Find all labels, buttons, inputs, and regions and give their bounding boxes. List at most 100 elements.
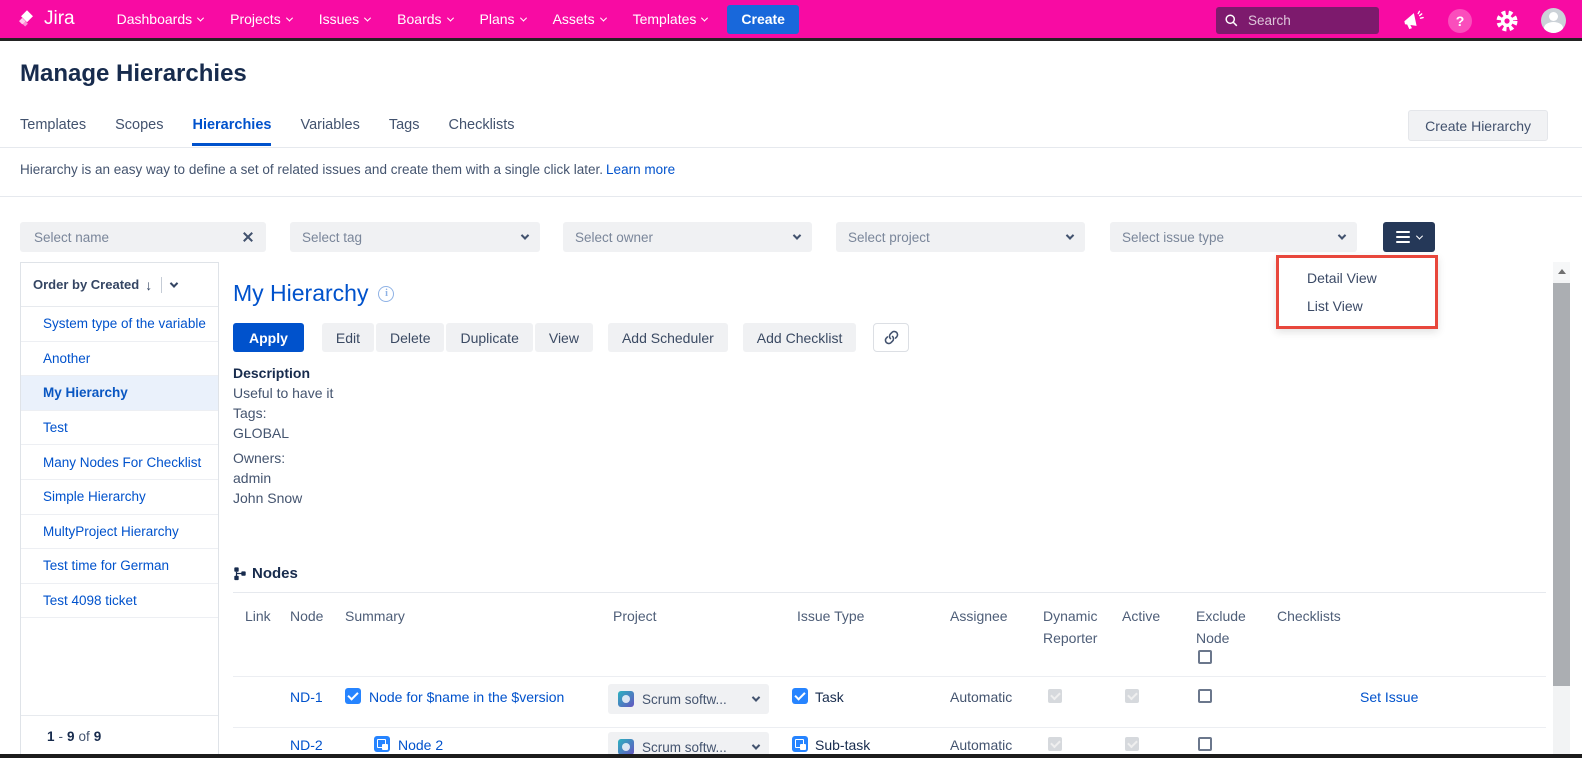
- hierarchy-list-panel: Order by Created ↓ System type of the va…: [20, 262, 219, 758]
- col-header-project: Project: [613, 605, 657, 627]
- node-key-link[interactable]: ND-2: [290, 737, 323, 753]
- view-button[interactable]: View: [535, 323, 593, 352]
- add-checklist-button[interactable]: Add Checklist: [743, 323, 857, 352]
- col-header-checklists: Checklists: [1277, 605, 1341, 627]
- divider: [0, 147, 1582, 148]
- chevron-down-icon: [752, 693, 760, 701]
- learn-more-link[interactable]: Learn more: [606, 162, 675, 177]
- scroll-up-arrow[interactable]: [1553, 262, 1570, 280]
- filter-owner-select[interactable]: Select owner: [563, 222, 812, 252]
- col-header-active: Active: [1122, 605, 1160, 627]
- chevron-down-icon: [1066, 231, 1074, 239]
- project-avatar-icon: [618, 691, 634, 707]
- hierarchy-item[interactable]: Simple Hierarchy: [21, 480, 218, 515]
- edit-button[interactable]: Edit: [322, 323, 374, 352]
- col-header-node: Node: [290, 605, 323, 627]
- menu-item-detail-view[interactable]: Detail View: [1279, 264, 1435, 292]
- intro-text: Hierarchy is an easy way to define a set…: [20, 162, 675, 177]
- scrollbar-thumb[interactable]: [1553, 283, 1570, 686]
- sidebar-empty-space: [21, 618, 218, 715]
- exclude-node-checkbox[interactable]: [1198, 737, 1212, 751]
- assignee-value: Automatic: [950, 689, 1012, 705]
- menu-assets[interactable]: Assets: [553, 11, 606, 27]
- col-header-exclude-node: Exclude Node: [1196, 605, 1252, 649]
- hamburger-icon: [1396, 231, 1410, 243]
- copy-link-button[interactable]: [873, 323, 909, 352]
- menu-projects[interactable]: Projects: [230, 11, 292, 27]
- pagination: 1 - 9 of 9: [21, 715, 218, 757]
- user-avatar[interactable]: [1541, 8, 1566, 33]
- delete-button[interactable]: Delete: [376, 323, 444, 352]
- tab-templates[interactable]: Templates: [20, 117, 86, 146]
- help-icon[interactable]: ?: [1447, 8, 1473, 34]
- task-icon: [792, 688, 808, 704]
- menu-boards[interactable]: Boards: [397, 11, 452, 27]
- filter-tag-select[interactable]: Select tag: [290, 222, 540, 252]
- tab-checklists[interactable]: Checklists: [448, 117, 514, 146]
- info-icon[interactable]: i: [378, 286, 394, 302]
- vertical-scrollbar[interactable]: [1553, 262, 1570, 758]
- announcements-megaphone-icon[interactable]: [1400, 8, 1426, 34]
- menu-issues[interactable]: Issues: [319, 11, 370, 27]
- active-checkbox: [1125, 689, 1139, 703]
- exclude-node-checkbox[interactable]: [1198, 689, 1212, 703]
- project-select[interactable]: Scrum softw...: [608, 684, 769, 714]
- create-hierarchy-button[interactable]: Create Hierarchy: [1408, 110, 1548, 141]
- owners-label: Owners:: [233, 448, 333, 468]
- chevron-down-icon: [286, 14, 293, 21]
- name-filter-input[interactable]: [32, 229, 212, 246]
- tab-hierarchies[interactable]: Hierarchies: [192, 117, 271, 146]
- hierarchy-item[interactable]: Test 4098 ticket: [21, 584, 218, 619]
- set-issue-link[interactable]: Set Issue: [1360, 689, 1418, 705]
- hierarchy-item-selected[interactable]: My Hierarchy: [21, 376, 218, 411]
- gear-icon[interactable]: [1494, 8, 1520, 34]
- filter-issue-type-select[interactable]: Select issue type: [1110, 222, 1357, 252]
- col-header-dynamic-reporter: Dynamic Reporter: [1043, 605, 1113, 649]
- divider: [233, 727, 1546, 728]
- hierarchy-description: Description Useful to have it Tags: GLOB…: [233, 363, 333, 508]
- jira-logo[interactable]: Jira: [16, 8, 75, 30]
- tab-variables[interactable]: Variables: [300, 117, 359, 146]
- active-checkbox: [1125, 737, 1139, 751]
- search-icon: [1224, 13, 1239, 28]
- hierarchy-item[interactable]: System type of the variable: [21, 307, 218, 342]
- chevron-down-icon[interactable]: [170, 279, 178, 287]
- chevron-down-icon: [701, 14, 708, 21]
- menu-dashboards[interactable]: Dashboards: [117, 11, 204, 27]
- menu-plans[interactable]: Plans: [480, 11, 526, 27]
- chevron-down-icon: [364, 14, 371, 21]
- owner-name: admin: [233, 468, 333, 488]
- exclude-all-checkbox[interactable]: [1198, 650, 1212, 664]
- order-by-header[interactable]: Order by Created ↓: [21, 263, 218, 307]
- global-search[interactable]: [1216, 7, 1379, 34]
- page-title: Manage Hierarchies: [20, 60, 247, 88]
- hierarchy-title: My Hierarchy i: [233, 280, 394, 307]
- node-key-link[interactable]: ND-1: [290, 689, 323, 705]
- node-summary-link[interactable]: Node for $name in the $version: [369, 689, 564, 705]
- clear-icon[interactable]: [242, 231, 254, 243]
- hierarchy-item[interactable]: Test time for German: [21, 549, 218, 584]
- owner-name: John Snow: [233, 488, 333, 508]
- hierarchy-item[interactable]: Many Nodes For Checklist: [21, 445, 218, 480]
- view-options-button[interactable]: [1383, 222, 1435, 252]
- link-icon: [883, 329, 900, 346]
- duplicate-button[interactable]: Duplicate: [446, 323, 532, 352]
- sort-desc-icon[interactable]: ↓: [145, 277, 152, 293]
- filter-project-select[interactable]: Select project: [836, 222, 1085, 252]
- search-input[interactable]: [1246, 12, 1366, 29]
- subtask-icon: [374, 736, 390, 752]
- project-avatar-icon: [618, 739, 634, 755]
- hierarchy-item[interactable]: Test: [21, 411, 218, 446]
- tab-scopes[interactable]: Scopes: [115, 117, 163, 146]
- create-button[interactable]: Create: [727, 5, 799, 34]
- menu-item-list-view[interactable]: List View: [1279, 292, 1435, 320]
- apply-button[interactable]: Apply: [233, 323, 304, 352]
- col-header-summary: Summary: [345, 605, 405, 627]
- menu-templates[interactable]: Templates: [633, 11, 708, 27]
- filter-name[interactable]: [20, 222, 266, 252]
- node-summary-link[interactable]: Node 2: [398, 737, 443, 753]
- tab-tags[interactable]: Tags: [389, 117, 420, 146]
- add-scheduler-button[interactable]: Add Scheduler: [608, 323, 728, 352]
- hierarchy-item[interactable]: MultyProject Hierarchy: [21, 515, 218, 550]
- hierarchy-item[interactable]: Another: [21, 342, 218, 377]
